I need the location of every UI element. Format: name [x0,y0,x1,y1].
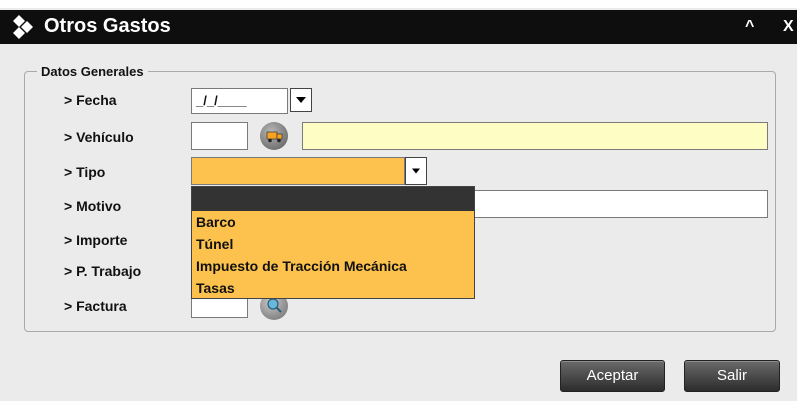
tipo-options-list: Barco Túnel Impuesto de Tracción Mecánic… [191,186,475,299]
tipo-option-tunel[interactable]: Túnel [192,233,474,255]
fecha-input[interactable]: _/_/____ [191,88,288,114]
tipo-option-impuesto[interactable]: Impuesto de Tracción Mecánica [192,255,474,277]
tipo-dropdown-button[interactable] [405,157,427,185]
group-legend: Datos Generales [41,64,144,79]
vehiculo-description-field [302,122,768,150]
salir-button[interactable]: Salir [684,360,780,392]
tipo-label: > Tipo [64,164,106,180]
aceptar-button[interactable]: Aceptar [560,360,665,392]
fecha-label: > Fecha [64,92,117,108]
minimize-button[interactable]: ^ [745,14,754,40]
trabajo-label: > P. Trabajo [64,263,142,279]
truck-search-icon[interactable] [260,122,288,150]
tipo-select[interactable] [191,157,405,185]
window-title: Otros Gastos [44,15,171,37]
motivo-label: > Motivo [64,198,122,214]
tipo-option-empty[interactable] [192,187,474,211]
motivo-input[interactable] [470,190,768,218]
importe-label: > Importe [64,232,128,248]
vehiculo-label: > Vehículo [64,129,134,145]
fecha-dropdown-button[interactable] [290,88,312,112]
close-button[interactable]: X [783,14,794,40]
factura-label: > Factura [64,298,127,314]
tipo-option-tasas[interactable]: Tasas [192,277,474,298]
chevron-down-icon [296,97,306,103]
vehiculo-code-input[interactable] [191,122,248,150]
tipo-option-barco[interactable]: Barco [192,211,474,233]
chevron-down-icon [412,168,420,174]
diamond-logo-icon [12,14,38,40]
factura-input[interactable] [191,296,248,318]
